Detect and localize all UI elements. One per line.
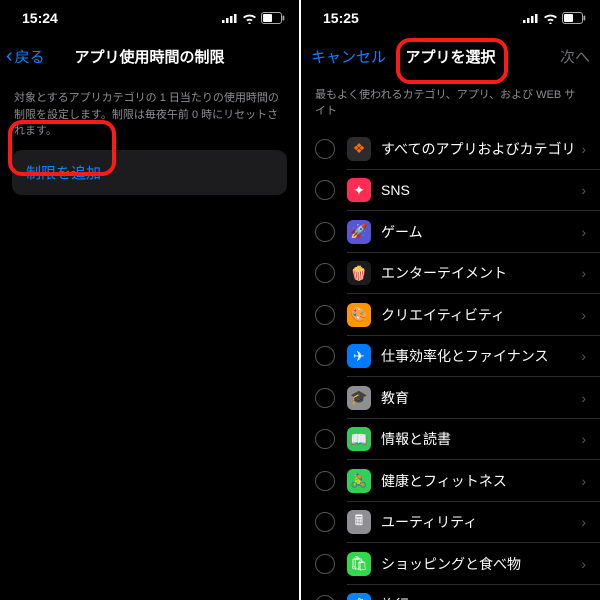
category-label: SNS	[381, 182, 581, 198]
category-row[interactable]: 🚀 ゲーム›	[301, 211, 600, 253]
category-label: 仕事効率化とファイナンス	[381, 346, 581, 366]
category-label: 情報と読書	[381, 429, 581, 449]
wifi-icon	[543, 13, 558, 24]
category-row[interactable]: 🏝旅行›	[301, 585, 600, 600]
add-limit-button[interactable]: 制限を追加	[12, 150, 287, 195]
chevron-right-icon: ›	[581, 265, 586, 281]
cancel-button[interactable]: キャンセル	[311, 46, 386, 67]
radio-unchecked-icon[interactable]	[315, 305, 335, 325]
category-label: 旅行	[381, 595, 581, 600]
category-label: ゲーム	[381, 222, 581, 242]
chevron-right-icon: ›	[581, 556, 586, 572]
category-row[interactable]: 🎨 クリエイティビティ›	[301, 294, 600, 336]
radio-unchecked-icon[interactable]	[315, 595, 335, 600]
status-bar: 15:24	[0, 0, 299, 36]
page-title: アプリ使用時間の制限	[74, 46, 224, 67]
chevron-right-icon: ›	[581, 307, 586, 323]
category-icon: 🏝	[347, 593, 371, 600]
next-button[interactable]: 次へ	[560, 46, 590, 67]
signal-icon	[523, 13, 539, 23]
category-row[interactable]: ✦ SNS›	[301, 170, 600, 212]
category-icon: 🚴	[347, 469, 371, 493]
screen-description: 対象とするアプリカテゴリの 1 日当たりの使用時間の制限を設定します。制限は毎夜…	[0, 76, 299, 150]
radio-unchecked-icon[interactable]	[315, 346, 335, 366]
status-bar: 15:25	[301, 0, 600, 36]
category-row[interactable]: 🚴 健康とフィットネス›	[301, 460, 600, 502]
radio-unchecked-icon[interactable]	[315, 554, 335, 574]
category-label: クリエイティビティ	[381, 305, 581, 325]
chevron-right-icon: ›	[581, 141, 586, 157]
status-right	[523, 12, 586, 24]
category-icon: ✦	[347, 178, 371, 202]
cancel-label: キャンセル	[311, 46, 386, 67]
screen-left-app-limits: 15:24 ‹ 戻る アプリ使用時間の制限 対象とするアプリカテゴリの 1 日当…	[0, 0, 299, 600]
category-label: ユーティリティ	[381, 512, 581, 532]
category-icon: ✈︎	[347, 344, 371, 368]
category-row[interactable]: ✈︎ 仕事効率化とファイナンス›	[301, 336, 600, 378]
category-row[interactable]: ❖ すべてのアプリおよびカテゴリ›	[301, 128, 600, 170]
section-header: 最もよく使われるカテゴリ、アプリ、および WEB サイト	[301, 76, 600, 128]
category-icon: 🚀	[347, 220, 371, 244]
category-label: 健康とフィットネス	[381, 471, 581, 491]
page-title: アプリを選択	[405, 46, 495, 67]
category-row[interactable]: 🛍 ショッピングと食べ物›	[301, 543, 600, 585]
radio-unchecked-icon[interactable]	[315, 139, 335, 159]
nav-bar: キャンセル アプリを選択 次へ	[301, 36, 600, 76]
battery-icon	[261, 12, 285, 24]
chevron-right-icon: ›	[581, 431, 586, 447]
clock: 15:25	[323, 10, 359, 26]
radio-unchecked-icon[interactable]	[315, 512, 335, 532]
chevron-right-icon: ›	[581, 224, 586, 240]
clock: 15:24	[22, 10, 58, 26]
category-icon: 🛍	[347, 552, 371, 576]
radio-unchecked-icon[interactable]	[315, 222, 335, 242]
category-label: エンターテイメント	[381, 263, 581, 283]
nav-bar: ‹ 戻る アプリ使用時間の制限	[0, 36, 299, 76]
category-row[interactable]: 🖩 ユーティリティ›	[301, 502, 600, 544]
category-label: ショッピングと食べ物	[381, 554, 581, 574]
category-list[interactable]: ❖すべてのアプリおよびカテゴリ›✦SNS›🚀ゲーム›🍿エンターテイメント›🎨クリ…	[301, 128, 600, 600]
category-icon: 🍿	[347, 261, 371, 285]
category-icon: 🎓	[347, 386, 371, 410]
radio-unchecked-icon[interactable]	[315, 471, 335, 491]
radio-unchecked-icon[interactable]	[315, 388, 335, 408]
chevron-right-icon: ›	[581, 348, 586, 364]
signal-icon	[222, 13, 238, 23]
chevron-right-icon: ›	[581, 390, 586, 406]
battery-icon	[562, 12, 586, 24]
category-row[interactable]: 📖 情報と読書›	[301, 419, 600, 461]
chevron-left-icon: ‹	[6, 45, 13, 68]
back-label: 戻る	[15, 46, 45, 67]
radio-unchecked-icon[interactable]	[315, 429, 335, 449]
radio-unchecked-icon[interactable]	[315, 263, 335, 283]
category-icon: 📖	[347, 427, 371, 451]
category-icon: 🖩	[347, 510, 371, 534]
wifi-icon	[242, 13, 257, 24]
category-label: 教育	[381, 388, 581, 408]
category-icon: ❖	[347, 137, 371, 161]
chevron-right-icon: ›	[581, 473, 586, 489]
screen-right-select-apps: 15:25 キャンセル アプリを選択 次へ 最もよく使われるカテゴリ、アプリ、お…	[301, 0, 600, 600]
cell-group: 制限を追加	[12, 150, 287, 195]
category-row[interactable]: 🍿 エンターテイメント›	[301, 253, 600, 295]
category-label: すべてのアプリおよびカテゴリ	[381, 139, 581, 159]
radio-unchecked-icon[interactable]	[315, 180, 335, 200]
category-icon: 🎨	[347, 303, 371, 327]
chevron-right-icon: ›	[581, 182, 586, 198]
category-row[interactable]: 🎓 教育›	[301, 377, 600, 419]
chevron-right-icon: ›	[581, 514, 586, 530]
status-right	[222, 12, 285, 24]
back-button[interactable]: ‹ 戻る	[6, 45, 45, 68]
